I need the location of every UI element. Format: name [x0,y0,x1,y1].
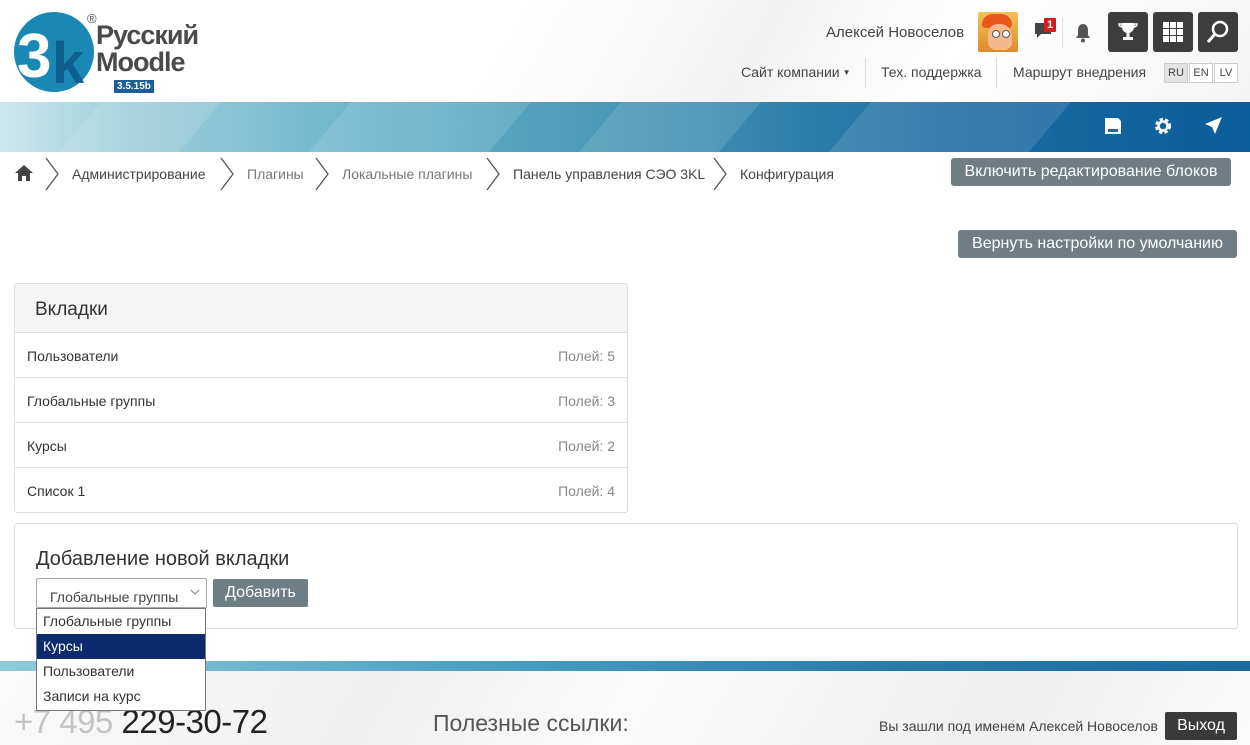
dropdown-option[interactable]: Глобальные группы [37,609,205,634]
logo-3k-icon: 3 k [14,12,94,93]
tab-name: Глобальные группы [27,393,156,409]
chevron-right-icon [220,157,234,191]
apps-menu-button[interactable] [1153,12,1193,52]
enable-block-editing-button[interactable]: Включить редактирование блоков [951,158,1231,186]
user-name[interactable]: Алексей Новоселов [826,24,964,41]
site-logo[interactable]: 3 k ® Русский Moodle 3.5.15b [14,11,219,95]
bell-icon[interactable] [1073,22,1093,44]
header-banner [0,102,1250,152]
add-tab-title: Добавление новой вкладки [36,548,290,570]
logged-in-text: Вы зашли под именем Алексей Новоселов [879,718,1158,734]
breadcrumb-item-local-plugins[interactable]: Локальные плагины [342,166,472,182]
reset-defaults-button[interactable]: Вернуть настройки по умолчанию [958,230,1237,258]
tab-name: Пользователи [27,348,119,364]
add-button[interactable]: Добавить [213,579,308,607]
useful-links-title: Полезные ссылки: [433,710,629,736]
dropdown-option[interactable]: Записи на курс [37,684,205,709]
chevron-down-icon [190,589,200,595]
search-button[interactable] [1198,12,1238,52]
chevron-right-icon [486,157,500,191]
page-header: 3 k ® Русский Moodle 3.5.15b Алексей Нов… [0,0,1250,102]
save-icon[interactable] [1102,115,1124,137]
list-item[interactable]: Глобальные группы Полей: 3 [15,378,627,423]
messages-badge: 1 [1044,18,1057,32]
gear-icon[interactable] [1152,115,1174,137]
list-item[interactable]: Список 1 Полей: 4 [15,468,627,513]
tabs-card-title: Вкладки [15,284,627,333]
support-link[interactable]: Тех. поддержка [881,64,982,80]
breadcrumb-item-plugins[interactable]: Плагины [247,166,304,182]
tab-field-count: Полей: 4 [558,483,615,499]
list-item[interactable]: Курсы Полей: 2 [15,423,627,468]
tab-field-count: Полей: 2 [558,438,615,454]
list-item[interactable]: Пользователи Полей: 5 [15,333,627,378]
caret-down-icon: ▼ [842,68,851,77]
tab-name: Список 1 [27,483,86,499]
logo-version: 3.5.15b [114,80,154,93]
trophy-icon [1118,23,1138,40]
tab-field-count: Полей: 5 [558,348,615,364]
company-site-link[interactable]: Сайт компании ▼ [741,64,851,80]
implementation-route-link[interactable]: Маршрут внедрения [1013,64,1146,80]
breadcrumb-item-administration[interactable]: Администрирование [72,166,206,182]
dropdown-option-highlighted[interactable]: Курсы [37,634,205,659]
tab-type-select[interactable]: Глобальные группы [36,578,207,608]
dropdown-option[interactable]: Пользователи [37,659,205,684]
tabs-card: Вкладки Пользователи Полей: 5 Глобальные… [14,283,628,513]
lang-en-button[interactable]: EN [1189,63,1213,83]
logout-button[interactable]: Выход [1165,712,1237,740]
grid-icon [1163,22,1183,42]
svg-text:k: k [52,31,85,93]
chevron-right-icon [315,157,329,191]
breadcrumb-item-configuration: Конфигурация [740,166,834,182]
tab-name: Курсы [27,438,67,454]
search-icon [1206,20,1229,43]
chevron-right-icon [713,157,727,191]
send-icon[interactable] [1202,115,1224,137]
breadcrumb-item-control-panel[interactable]: Панель управления СЭО 3KL [513,166,705,182]
achievements-button[interactable] [1108,12,1148,52]
lang-ru-button[interactable]: RU [1164,63,1188,83]
lang-lv-button[interactable]: LV [1214,63,1238,83]
avatar[interactable] [978,12,1018,52]
chevron-right-icon [45,157,59,191]
tab-type-dropdown: Глобальные группы Курсы Пользователи Зап… [36,608,206,711]
logo-text: Русский Moodle [96,20,199,77]
svg-text:3: 3 [17,22,51,91]
tab-field-count: Полей: 3 [558,393,615,409]
home-icon[interactable] [14,164,34,182]
